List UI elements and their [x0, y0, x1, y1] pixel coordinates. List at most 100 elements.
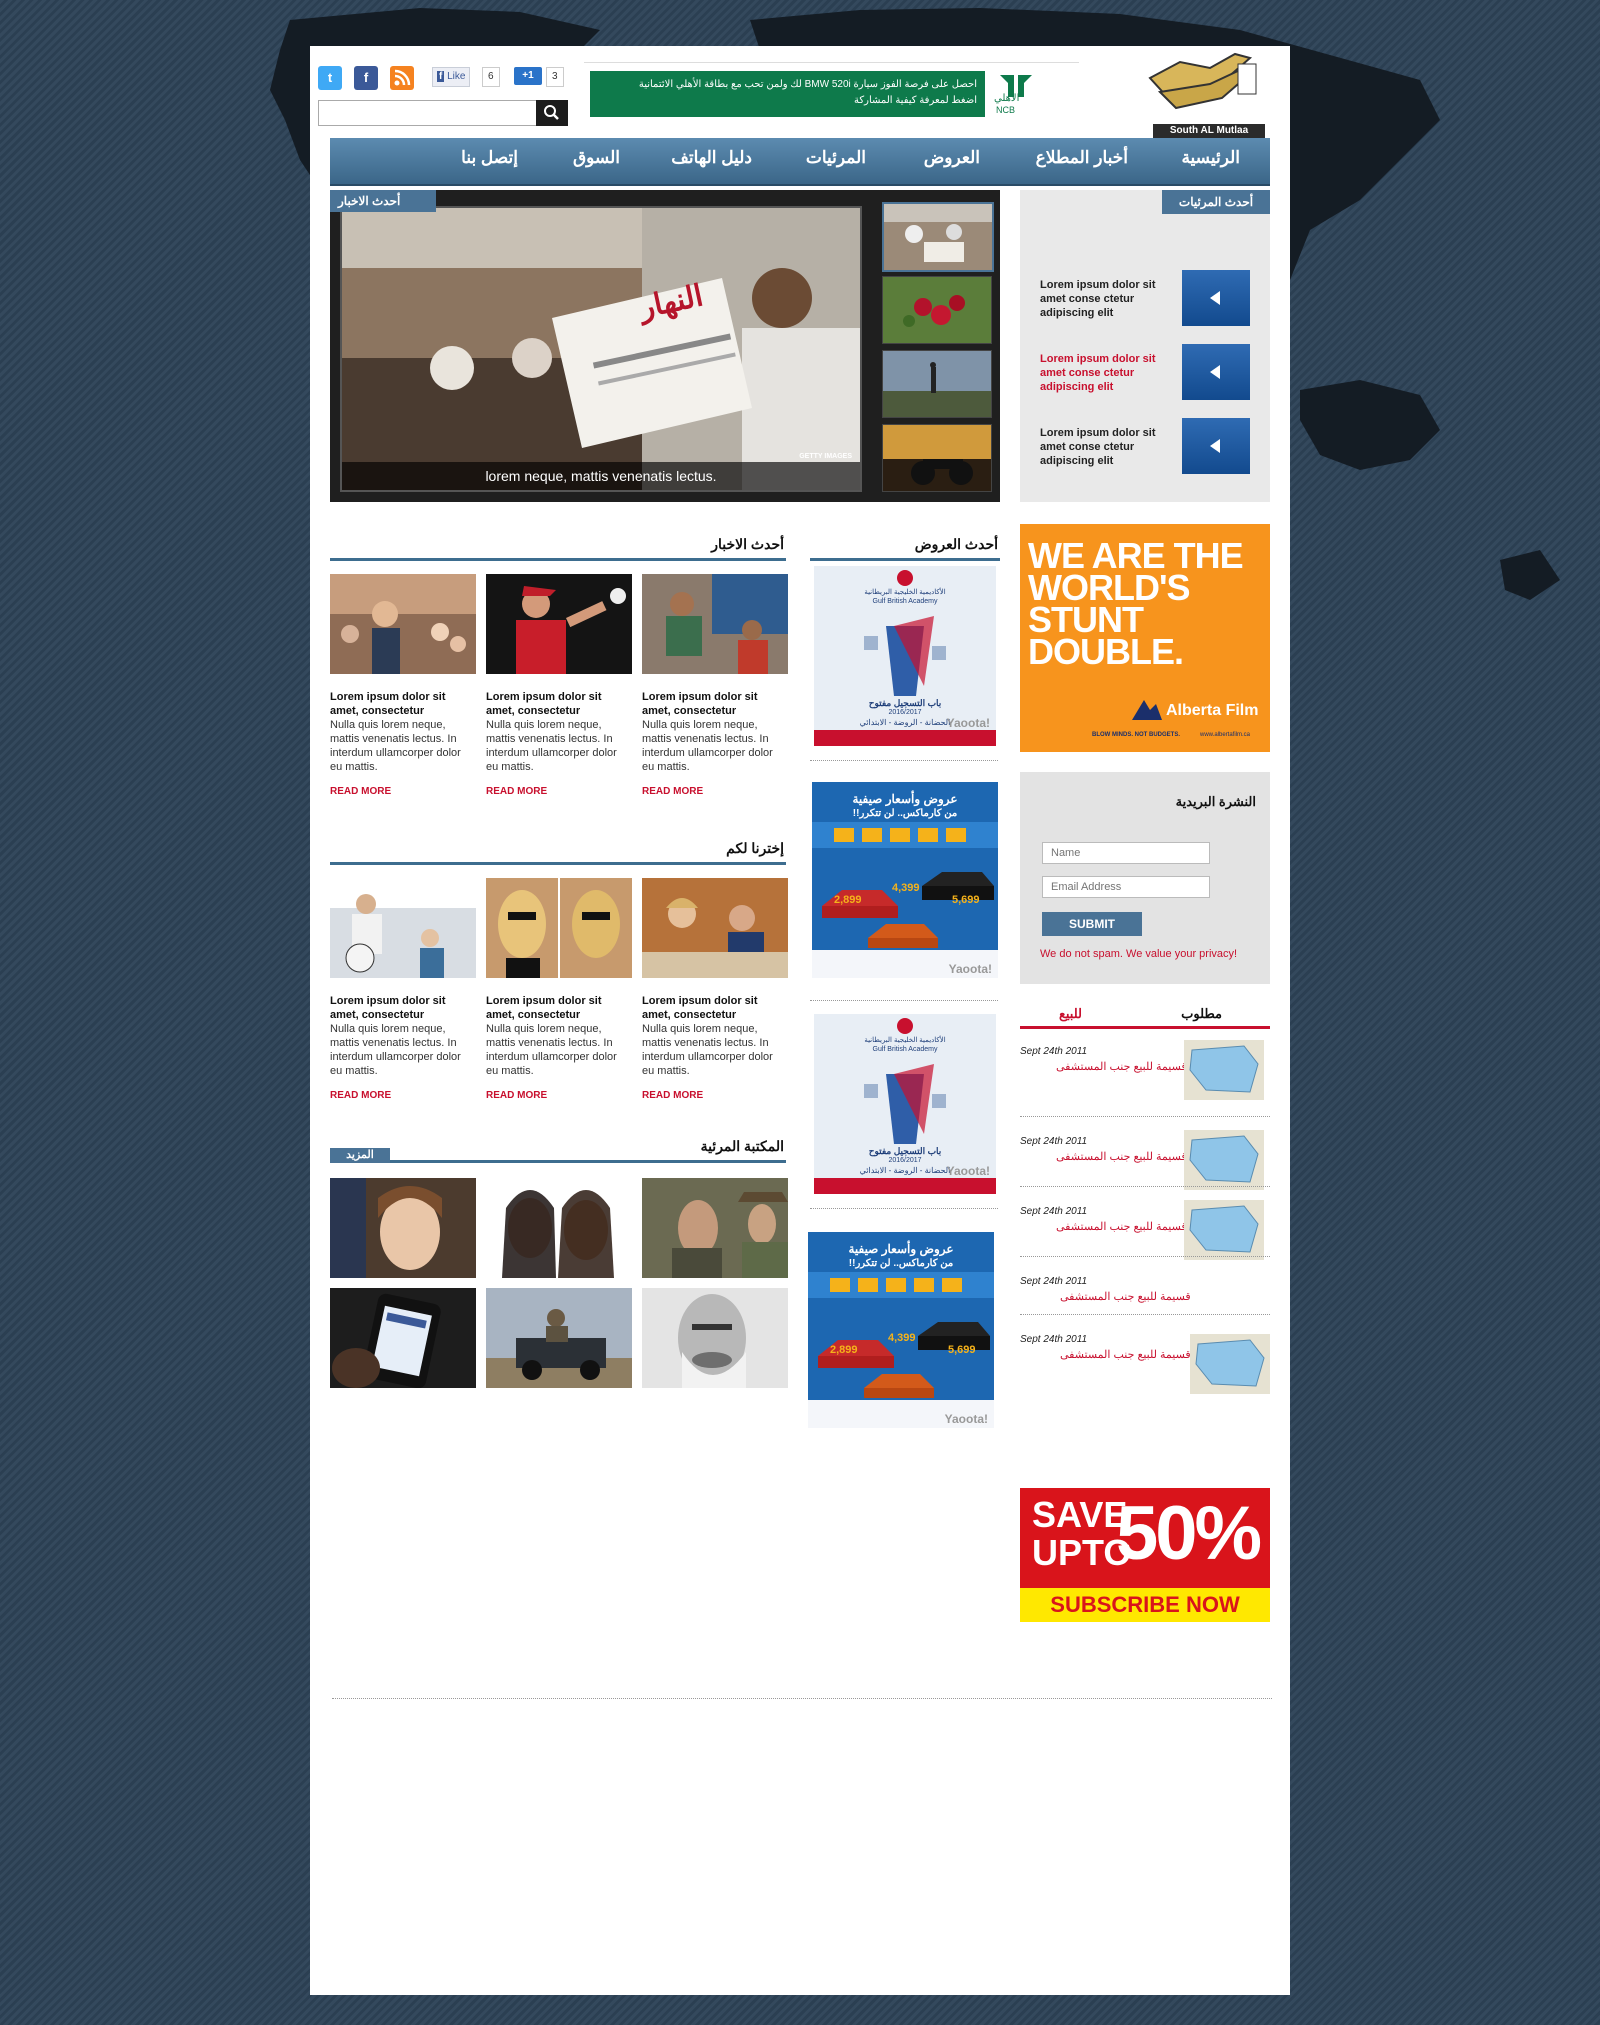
news-card-image[interactable]	[642, 574, 788, 674]
gallery-image[interactable]	[486, 1178, 632, 1278]
pick-card-title[interactable]: Lorem ipsum dolor sit amet, consectetur	[642, 994, 788, 1022]
picks-header: إخترنا لكم	[330, 840, 786, 865]
gallery-header: المكتبة المرئية المزيد	[330, 1138, 786, 1163]
classified-item[interactable]: Sept 24th 2011 قسيمة للبيع جنب المستشفى	[1020, 1130, 1270, 1196]
slider-thumb-2[interactable]	[882, 276, 992, 344]
read-more-link[interactable]: READ MORE	[330, 786, 476, 797]
gulf-academy-ad[interactable]: الأكاديمية الخليجية البريطانية Gulf Brit…	[814, 566, 996, 746]
search-button[interactable]	[536, 100, 568, 126]
visuals-item-1[interactable]: Lorem ipsum dolor sit amet conse ctetur …	[1040, 270, 1250, 326]
google-plus-button[interactable]: +1	[514, 67, 542, 85]
submit-button[interactable]: SUBMIT	[1042, 912, 1142, 936]
gallery-image[interactable]	[486, 1288, 632, 1388]
gallery-more-button[interactable]: المزيد	[330, 1148, 390, 1163]
gallery-image[interactable]	[330, 1178, 476, 1278]
twitter-icon[interactable]: t	[318, 66, 342, 90]
read-more-link[interactable]: READ MORE	[642, 786, 788, 797]
carmax-price: 5,699	[948, 1344, 976, 1356]
latest-visuals-box: أحدث المرئيات Lorem ipsum dolor sit amet…	[1020, 190, 1270, 502]
news-card-image[interactable]	[486, 574, 632, 674]
news-card-title[interactable]: Lorem ipsum dolor sit amet, consectetur	[642, 690, 788, 718]
classified-item[interactable]: Sept 24th 2011 قسيمة للبيع جنب المستشفى	[1020, 1040, 1270, 1106]
nav-offers[interactable]: العروض	[924, 148, 980, 168]
read-more-link[interactable]: READ MORE	[486, 1090, 632, 1101]
classified-thumbnail[interactable]	[1184, 1040, 1264, 1100]
read-more-link[interactable]: READ MORE	[330, 1090, 476, 1101]
plus-count: 3	[546, 67, 564, 87]
classified-thumbnail[interactable]	[1184, 1200, 1264, 1260]
latest-news-title: أحدث الاخبار	[711, 536, 784, 552]
alberta-film-ad[interactable]: WE ARE THE WORLD'S STUNT DOUBLE. Alberta…	[1020, 524, 1270, 752]
image-watermark: GETTY IMAGES	[799, 453, 852, 460]
classified-thumbnail[interactable]	[1184, 1130, 1264, 1190]
pick-card-image[interactable]	[642, 878, 788, 978]
facebook-icon[interactable]: f	[354, 66, 378, 90]
rss-icon[interactable]	[390, 66, 414, 90]
nav-visuals[interactable]: المرئيات	[806, 148, 866, 168]
nav-market[interactable]: السوق	[573, 148, 620, 168]
divider	[1020, 1186, 1270, 1187]
pick-card-title[interactable]: Lorem ipsum dolor sit amet, consectetur	[486, 994, 632, 1022]
read-more-link[interactable]: READ MORE	[486, 786, 632, 797]
slider-main-image[interactable]: النهار GETTY IMAGES lorem neque, mattis …	[340, 206, 862, 492]
nav-mutlaa-news[interactable]: أخبار المطلاع	[1036, 148, 1128, 168]
arrow-left-icon[interactable]	[1182, 418, 1250, 474]
name-field[interactable]	[1042, 842, 1210, 864]
arrow-left-icon[interactable]	[1182, 344, 1250, 400]
classified-title[interactable]: قسيمة للبيع جنب المستشفى	[1060, 1290, 1191, 1303]
carmax-ad[interactable]: عروض وأسعار صيفية من كارماكس.. لن تتكرر!…	[808, 1232, 994, 1428]
pick-card-image[interactable]	[330, 878, 476, 978]
classified-title[interactable]: قسيمة للبيع جنب المستشفى	[1056, 1150, 1187, 1163]
nav-contact[interactable]: إتصل بنا	[461, 148, 518, 168]
classified-item[interactable]: Sept 24th 2011 قسيمة للبيع جنب المستشفى	[1020, 1276, 1270, 1316]
gallery-image[interactable]	[642, 1288, 788, 1388]
news-card[interactable]: Lorem ipsum dolor sit amet, consectetur …	[330, 574, 476, 797]
visuals-item-text: Lorem ipsum dolor sit amet conse ctetur …	[1040, 427, 1156, 467]
news-card-image[interactable]	[330, 574, 476, 674]
carmax-ad[interactable]: عروض وأسعار صيفية من كارماكس.. لن تتكرر!…	[812, 782, 998, 978]
slider-caption[interactable]: lorem neque, mattis venenatis lectus.	[342, 462, 860, 490]
news-card[interactable]: Lorem ipsum dolor sit amet, consectetur …	[642, 574, 788, 797]
news-card-body: Nulla quis lorem neque, mattis venenatis…	[642, 719, 773, 773]
pick-card[interactable]: Lorem ipsum dolor sit amet, consectetur …	[642, 878, 788, 1101]
classified-title[interactable]: قسيمة للبيع جنب المستشفى	[1056, 1220, 1187, 1233]
email-field[interactable]	[1042, 876, 1210, 898]
news-card-title[interactable]: Lorem ipsum dolor sit amet, consectetur	[486, 690, 632, 718]
pick-card[interactable]: Lorem ipsum dolor sit amet, consectetur …	[330, 878, 476, 1101]
pick-card[interactable]: Lorem ipsum dolor sit amet, consectetur …	[486, 878, 632, 1101]
visuals-item-2[interactable]: Lorem ipsum dolor sit amet conse ctetur …	[1040, 344, 1250, 400]
classified-item[interactable]: Sept 24th 2011 قسيمة للبيع جنب المستشفى	[1020, 1200, 1270, 1266]
visuals-item-3[interactable]: Lorem ipsum dolor sit amet conse ctetur …	[1040, 418, 1250, 474]
newsletter-note: We do not spam. We value your privacy!	[1040, 948, 1238, 960]
nav-home[interactable]: الرئيسية	[1181, 148, 1240, 168]
arrow-left-icon[interactable]	[1182, 270, 1250, 326]
gulf-academy-ad[interactable]: الأكاديمية الخليجية البريطانية Gulf Brit…	[814, 1014, 996, 1194]
slider-thumb-1[interactable]	[882, 202, 994, 272]
classified-item[interactable]: Sept 24th 2011 قسيمة للبيع جنب المستشفى	[1020, 1334, 1270, 1394]
facebook-like-button[interactable]: f Like	[432, 67, 471, 87]
classified-title[interactable]: قسيمة للبيع جنب المستشفى	[1056, 1060, 1187, 1073]
classified-thumbnail[interactable]	[1190, 1334, 1270, 1394]
ncb-banner-ad[interactable]: احصل على فرصة الفوز سيارة BMW 520i لك ول…	[584, 62, 1079, 118]
ncb-brand-ar: الأهلي	[994, 93, 1020, 104]
news-card[interactable]: Lorem ipsum dolor sit amet, consectetur …	[486, 574, 632, 797]
gallery-image[interactable]	[642, 1178, 788, 1278]
pick-card-image[interactable]	[486, 878, 632, 978]
tab-wanted[interactable]: مطلوب	[1181, 1006, 1222, 1022]
slider-thumb-4[interactable]	[882, 424, 992, 492]
subscribe-now-button[interactable]: SUBSCRIBE NOW	[1020, 1588, 1270, 1622]
news-card-body: Nulla quis lorem neque, mattis venenatis…	[330, 719, 461, 773]
save-50-ad[interactable]: SAVE UPTO 50% SUBSCRIBE NOW	[1020, 1488, 1270, 1622]
search-input[interactable]	[318, 100, 538, 126]
pick-card-title[interactable]: Lorem ipsum dolor sit amet, consectetur	[330, 994, 476, 1022]
slider-thumb-3[interactable]	[882, 350, 992, 418]
news-card-title[interactable]: Lorem ipsum dolor sit amet, consectetur	[330, 690, 476, 718]
nav-phone-directory[interactable]: دليل الهاتف	[671, 148, 752, 168]
carmax-price: 2,899	[830, 1344, 858, 1356]
tab-for-sale[interactable]: للبيع	[1059, 1006, 1082, 1022]
carmax-subline: من كارماكس.. لن تتكرر!!	[848, 1258, 954, 1269]
read-more-link[interactable]: READ MORE	[642, 1090, 788, 1101]
visuals-item-text: Lorem ipsum dolor sit amet conse ctetur …	[1040, 353, 1156, 393]
classified-title[interactable]: قسيمة للبيع جنب المستشفى	[1060, 1348, 1191, 1361]
gallery-image[interactable]	[330, 1288, 476, 1388]
